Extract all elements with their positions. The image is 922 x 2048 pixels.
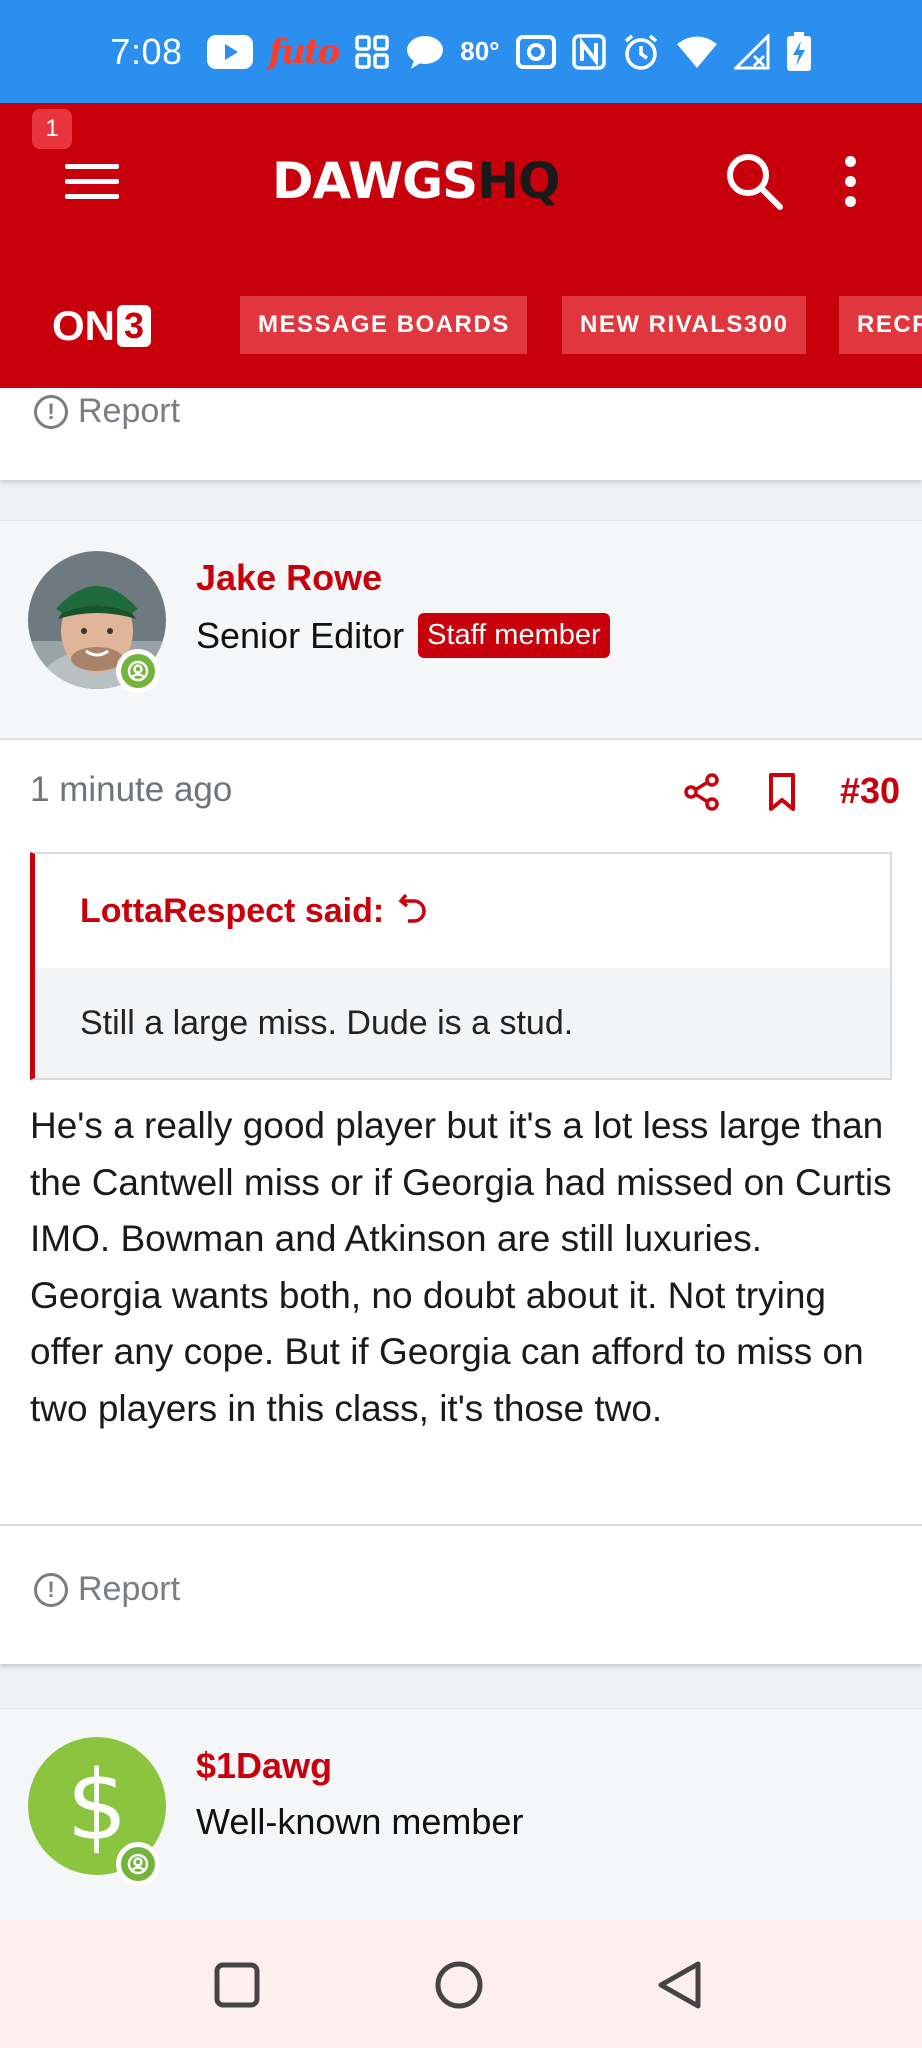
quote-text: Still a large miss. Dude is a stud.: [35, 968, 890, 1078]
cast-icon: [515, 34, 556, 69]
on3-logo-three: 3: [117, 305, 151, 347]
online-status-icon: [116, 649, 160, 693]
status-time: 7:08: [110, 30, 183, 72]
futo-icon: futo: [268, 31, 341, 72]
logo-text-dawgs: DAWGS: [272, 152, 478, 210]
temperature: 80°: [460, 36, 500, 66]
jump-to-quote-icon[interactable]: [398, 891, 428, 932]
next-post-author-block: $ $1Dawg Well-known member: [0, 1708, 922, 1922]
avatar-letter: $: [66, 1750, 128, 1862]
post-footer: ! Report: [0, 1526, 922, 1664]
previous-post-footer: ! Report: [0, 388, 922, 480]
youtube-icon: [206, 34, 253, 69]
quote-header[interactable]: LottaRespect said:: [35, 854, 890, 968]
system-nav-bar: [0, 1920, 922, 2048]
tab-message-boards[interactable]: MESSAGE BOARDS: [240, 296, 527, 354]
bookmark-icon[interactable]: [764, 772, 800, 812]
home-icon[interactable]: [434, 1960, 484, 2015]
notification-badge[interactable]: 1: [32, 109, 72, 149]
quote-author: LottaRespect said:: [80, 891, 385, 930]
report-link[interactable]: ! Report: [34, 1570, 180, 1609]
apps-grid-icon: [354, 34, 390, 70]
hamburger-menu-icon[interactable]: [58, 151, 126, 211]
report-icon: !: [34, 1572, 68, 1607]
search-icon[interactable]: [722, 149, 786, 213]
signal-icon: [733, 33, 770, 70]
author-title: Well-known member: [196, 1801, 524, 1842]
alarm-icon: [622, 33, 660, 71]
status-bar: 7:08 futo 80°: [0, 0, 922, 103]
post-meta: 1 minute ago #30: [0, 740, 922, 850]
recent-apps-icon[interactable]: [214, 1962, 260, 2013]
site-header: 1 DAWGS HQ ON 3 MESSAGE BOARDS NEW RIVALS3…: [0, 103, 922, 388]
staff-badge: Staff member: [418, 613, 610, 658]
report-label: Report: [78, 392, 181, 430]
author-name[interactable]: $1Dawg: [196, 1745, 332, 1787]
battery-charging-icon: [786, 31, 812, 72]
author-name[interactable]: Jake Rowe: [196, 557, 382, 599]
on3-logo[interactable]: ON 3: [52, 296, 151, 356]
logo-text-hq: HQ: [477, 152, 560, 210]
online-status-icon: [116, 1842, 160, 1886]
tab-recruiting[interactable]: RECR: [839, 296, 922, 354]
back-icon[interactable]: [656, 1960, 704, 2015]
on3-logo-text: ON: [52, 302, 115, 349]
report-label: Report: [78, 1570, 181, 1608]
report-icon: !: [34, 394, 68, 429]
post-timestamp[interactable]: 1 minute ago: [30, 770, 232, 810]
post-number-link[interactable]: #30: [840, 770, 900, 812]
chat-bubble-icon: [406, 34, 444, 70]
report-link[interactable]: ! Report: [34, 392, 180, 431]
site-logo[interactable]: DAWGS HQ: [272, 151, 561, 211]
wifi-icon: [676, 35, 718, 69]
post-message: He's a really good player but it's a lot…: [30, 1105, 892, 1429]
more-options-icon[interactable]: [832, 149, 868, 213]
author-title: Senior Editor: [196, 614, 405, 656]
quote-block: LottaRespect said: Still a large miss. D…: [30, 852, 892, 1080]
tab-new-rivals300[interactable]: NEW RIVALS300: [562, 296, 806, 354]
share-icon[interactable]: [682, 772, 722, 812]
author-title-row: Senior Editor Staff member: [196, 613, 610, 658]
post-author-block: Jake Rowe Senior Editor Staff member: [0, 520, 922, 740]
nfc-icon: [571, 33, 606, 70]
